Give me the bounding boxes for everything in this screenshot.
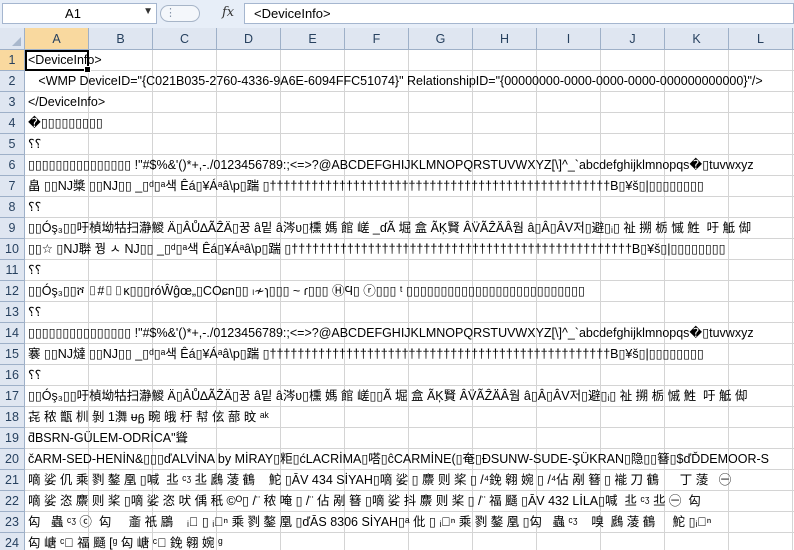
name-box[interactable]: A1 ▼ xyxy=(2,3,157,24)
row-header-2[interactable]: 2 xyxy=(0,71,24,92)
cell-a19[interactable]: ƌBSRN-GÜLEM-ODRİCA"聳 xyxy=(28,428,188,449)
column-header-e[interactable]: E xyxy=(281,28,345,49)
cell-a16[interactable]: ⸮⸮ xyxy=(28,365,41,386)
column-header-a[interactable]: A xyxy=(25,28,89,49)
row-header-17[interactable]: 17 xyxy=(0,386,24,407)
cell-a13[interactable]: ⸮⸮ xyxy=(28,302,41,323)
cell-a20[interactable]: čARM-SED-HENİN&▯▯▯ďALVİNA by MİRAY▯粔▯ćLA… xyxy=(28,449,769,470)
formula-bar: A1 ▼ ⋮ fx <DeviceInfo> xyxy=(0,0,794,29)
active-cell-border xyxy=(25,50,91,73)
cell-a3[interactable]: </DeviceInfo> xyxy=(28,92,105,113)
cell-a4[interactable]: �▯▯▯▯▯▯▯▯▯ xyxy=(28,113,103,134)
cell-a24[interactable]: 匃 嵣 ᶜ᷎ 福 颾 [ᵍ 匃 嵣 ᶜ᷎ 鋔 翱 婉 ᵍ xyxy=(28,533,223,550)
cell-a17[interactable]: ▯▯Óş₃▯▯吁楨坳牯扫瀞鯼 Ä▯ÂŮ∆ÃẐÄ▯꿍 â밑 â涔ʋ▯櫄 媽 館 嵯… xyxy=(28,386,748,407)
select-all-button[interactable] xyxy=(0,28,25,49)
cell-a15[interactable]: 褰 ▯▯NJ燵 ▯▯NJ▯▯ _▯ᵈ▯ᵃ색 Êá▯¥Áᵃâ\p▯踹 ▯†††††… xyxy=(28,344,704,365)
row-header-21[interactable]: 21 xyxy=(0,470,24,491)
row-header-12[interactable]: 12 xyxy=(0,281,24,302)
row-header-23[interactable]: 23 xyxy=(0,512,24,533)
row-header-19[interactable]: 19 xyxy=(0,428,24,449)
column-header-l[interactable]: L xyxy=(729,28,793,49)
row-header-22[interactable]: 22 xyxy=(0,491,24,512)
column-header-f[interactable]: F xyxy=(345,28,409,49)
cell-a21[interactable]: 嘀 娑 仉 乘 剹 鏊 凰 ▯喊 丠 ᶜᶾ 丠 鷉 蓤 鶴 鮀 ▯ĀV 434 … xyxy=(28,470,731,491)
cell-a2[interactable]: <WMP DeviceID="{C021B035-2760-4336-9A6E-… xyxy=(28,71,762,92)
name-box-value: A1 xyxy=(65,6,81,21)
row-header-7[interactable]: 7 xyxy=(0,176,24,197)
row-header-5[interactable]: 5 xyxy=(0,134,24,155)
cell-a9[interactable]: ▯▯Óş₃▯▯吁楨坳牯扫瀞鯼 Ä▯ÂŮ∆ÃẐÄ▯꿍 â밑 â涔ʋ▯櫄 媽 館 嵯… xyxy=(28,218,751,239)
column-header-d[interactable]: D xyxy=(217,28,281,49)
cell-a10[interactable]: ▯▯☆ ▯NJ聨 꿩 ㅅ NJ▯▯ _▯ᵈ▯ᵃ색 Êá▯¥Áᵃâ\p▯踹 ▯††… xyxy=(28,239,726,260)
cell-a14[interactable]: ▯▯▯▯▯▯▯▯▯▯▯▯▯▯▯ !"#$%&'()*+,-./012345678… xyxy=(28,323,754,344)
row-header-11[interactable]: 11 xyxy=(0,260,24,281)
formula-bar-resize-handle[interactable]: ⋮ xyxy=(160,5,200,22)
column-header-c[interactable]: C xyxy=(153,28,217,49)
cell-area[interactable]: <DeviceInfo> <WMP DeviceID="{C021B035-27… xyxy=(25,50,794,550)
row-header-6[interactable]: 6 xyxy=(0,155,24,176)
row-header-14[interactable]: 14 xyxy=(0,323,24,344)
cell-a6[interactable]: ▯▯▯▯▯▯▯▯▯▯▯▯▯▯▯ !"#$%&'()*+,-./012345678… xyxy=(28,155,754,176)
row-header-20[interactable]: 20 xyxy=(0,449,24,470)
spreadsheet-grid: ABCDEFGHIJKL 1 2 3 4 5 6 7 8 9 10 11 12 13 14 15 16 17 18… xyxy=(0,28,794,550)
row-header-8[interactable]: 8 xyxy=(0,197,24,218)
cell-a5[interactable]: ⸮⸮ xyxy=(28,134,41,155)
column-header-bar: ABCDEFGHIJKL xyxy=(0,28,794,50)
column-header-j[interactable]: J xyxy=(601,28,665,49)
cell-a23[interactable]: 匃 蟲 ᶜᶾ ⓒ 匃 齑 祇 鶌 ᵢ᷎ ▯ ᵢ᷎ⁿ 乘 剹 鏊 凰 ▯ďĀS 8… xyxy=(28,512,711,533)
row-header-18[interactable]: 18 xyxy=(0,407,24,428)
insert-function-icon[interactable]: fx xyxy=(222,5,234,20)
cell-a12[interactable]: ▯▯Óş₃▯▯ሾ ▯#▯▯ĸ▯▯▯róŴĝœ„▯COɕn▯▯ ₗ≁ɿ▯▯▯ ~ … xyxy=(28,281,585,302)
column-header-g[interactable]: G xyxy=(409,28,473,49)
cell-a18[interactable]: 㐂 秾 甑 杊 剝 1㵲 ᵾᵷ 畹 皒 杅 幇 伭 蔀 旼 ᵃᵏ xyxy=(28,407,269,428)
column-header-h[interactable]: H xyxy=(473,28,537,49)
row-header-10[interactable]: 10 xyxy=(0,239,24,260)
column-header-b[interactable]: B xyxy=(89,28,153,49)
row-header-9[interactable]: 9 xyxy=(0,218,24,239)
chevron-down-icon[interactable]: ▼ xyxy=(143,6,153,17)
row-header-13[interactable]: 13 xyxy=(0,302,24,323)
cell-a11[interactable]: ⸮⸮ xyxy=(28,260,41,281)
cell-a7[interactable]: 畠 ▯▯NJ槳 ▯▯NJ▯▯ _▯ᵈ▯ᵃ색 Êá▯¥Áᵃâ\p▯踹 ▯†††††… xyxy=(28,176,704,197)
grip-dots-icon: ⋮ xyxy=(165,7,176,19)
column-header-i[interactable]: I xyxy=(537,28,601,49)
row-header-24[interactable]: 24 xyxy=(0,533,24,550)
row-header-bar: 1234567891011121314151617181920212223242… xyxy=(0,50,25,550)
formula-input[interactable]: <DeviceInfo> xyxy=(244,3,794,24)
row-header-15[interactable]: 15 xyxy=(0,344,24,365)
column-header-k[interactable]: K xyxy=(665,28,729,49)
cell-a22[interactable]: 嘀 娑 恣 麖 则 桨 ▯嘀 娑 恣 吠 偊 秖 ©ᴼ▯ /¨ 秾 唵 ▯ /¨… xyxy=(28,491,701,512)
row-header-1[interactable]: 1 xyxy=(0,50,24,71)
row-header-4[interactable]: 4 xyxy=(0,113,24,134)
row-header-16[interactable]: 16 xyxy=(0,365,24,386)
formula-input-value: <DeviceInfo> xyxy=(254,6,331,21)
row-header-3[interactable]: 3 xyxy=(0,92,24,113)
cell-a8[interactable]: ⸮⸮ xyxy=(28,197,41,218)
